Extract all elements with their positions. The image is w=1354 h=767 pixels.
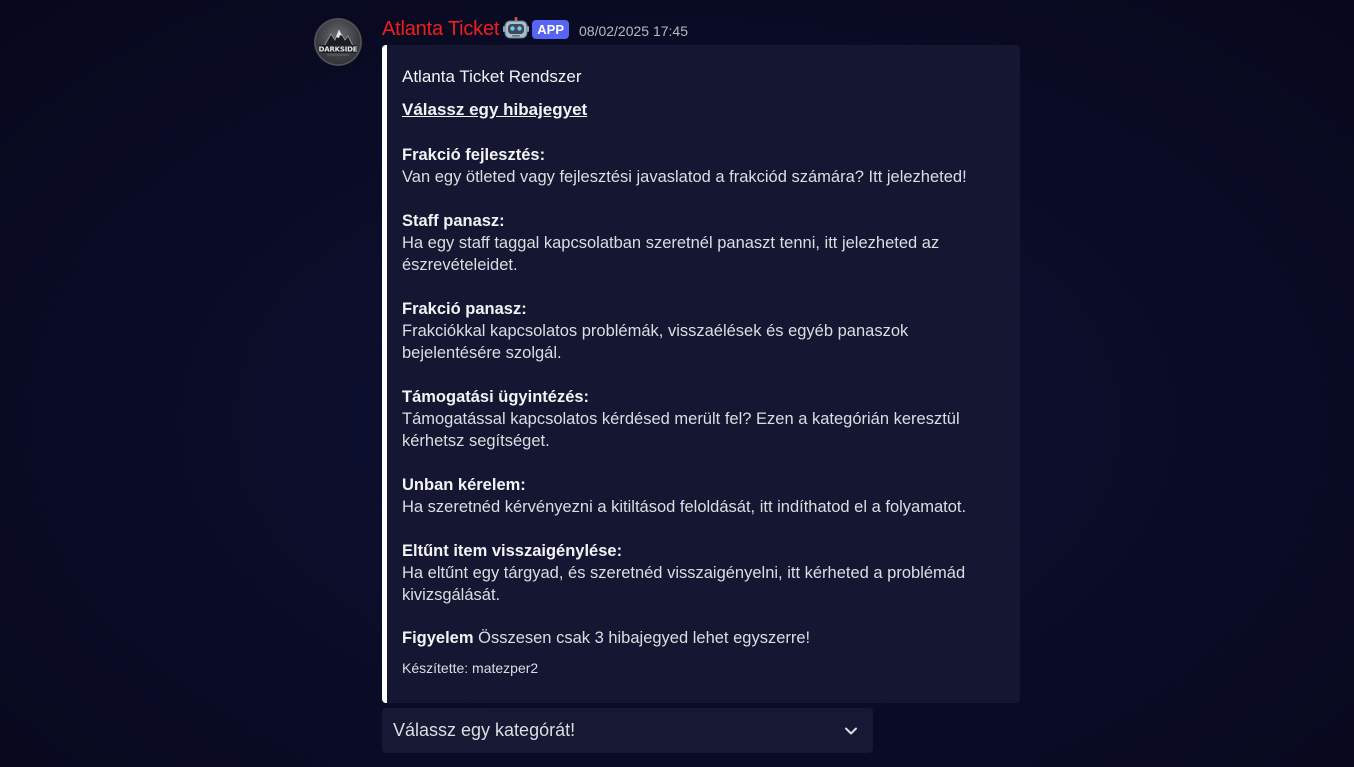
avatar[interactable]: DARKSIDE: [314, 18, 362, 66]
section-unban-request: Unban kérelem: Ha szeretnéd kérvényezni …: [402, 474, 1004, 518]
section-heading: Unban kérelem:: [402, 476, 526, 494]
section-heading: Frakció panasz:: [402, 300, 527, 318]
section-heading: Támogatási ügyintézés:: [402, 388, 590, 406]
embed-title: Válassz egy hibajegyet: [402, 100, 588, 119]
section-fraction-complaint: Frakció panasz: Frakciókkal kapcsolatos …: [402, 298, 1004, 364]
warning-note: Figyelem Összesen csak 3 hibajegyed lehe…: [402, 627, 1004, 649]
embed-card: Atlanta Ticket Rendszer Válassz egy hiba…: [382, 45, 1020, 703]
section-text: Ha szeretnéd kérvényezni a kitiltásod fe…: [402, 498, 967, 516]
warning-label: Figyelem: [402, 629, 474, 647]
robot-face-icon: [503, 16, 530, 41]
section-text: Ha eltűnt egy tárgyad, és szeretnéd viss…: [402, 564, 966, 604]
darkside-logo-icon: DARKSIDE: [314, 18, 362, 66]
section-text: Ha egy staff taggal kapcsolatban szeretn…: [402, 234, 940, 274]
section-heading: Frakció fejlesztés:: [402, 146, 546, 164]
author-name[interactable]: Atlanta Ticket: [382, 18, 499, 41]
chevron-down-icon[interactable]: [841, 721, 861, 741]
warning-text: Összesen csak 3 hibajegyed lehet egyszer…: [473, 629, 811, 647]
embed-footer: Készítette: matezper2: [402, 660, 539, 676]
app-badge: APP: [532, 19, 569, 39]
section-support: Támogatási ügyintézés: Támogatással kapc…: [402, 386, 1004, 452]
section-fraction-development: Frakció fejlesztés: Van egy ötleted vagy…: [402, 144, 1004, 188]
avatar-text: DARKSIDE: [319, 46, 358, 54]
section-text: Frakciókkal kapcsolatos problémák, vissz…: [402, 322, 909, 362]
category-select[interactable]: Válassz egy kategórát!: [382, 708, 873, 753]
embed-author: Atlanta Ticket Rendszer: [402, 67, 582, 86]
message-header: Atlanta Ticket APP 08/02/2025 17:45: [382, 16, 688, 42]
section-staff-complaint: Staff panasz: Ha egy staff taggal kapcso…: [402, 210, 1004, 276]
section-text: Van egy ötleted vagy fejlesztési javasla…: [402, 168, 967, 186]
section-lost-item: Eltűnt item visszaigénylése: Ha eltűnt e…: [402, 540, 1004, 606]
section-heading: Eltűnt item visszaigénylése:: [402, 542, 623, 560]
section-heading: Staff panasz:: [402, 212, 505, 230]
section-text: Támogatással kapcsolatos kérdésed merült…: [402, 410, 960, 450]
category-select-placeholder: Válassz egy kategórát!: [393, 720, 576, 740]
timestamp: 08/02/2025 17:45: [579, 23, 688, 39]
